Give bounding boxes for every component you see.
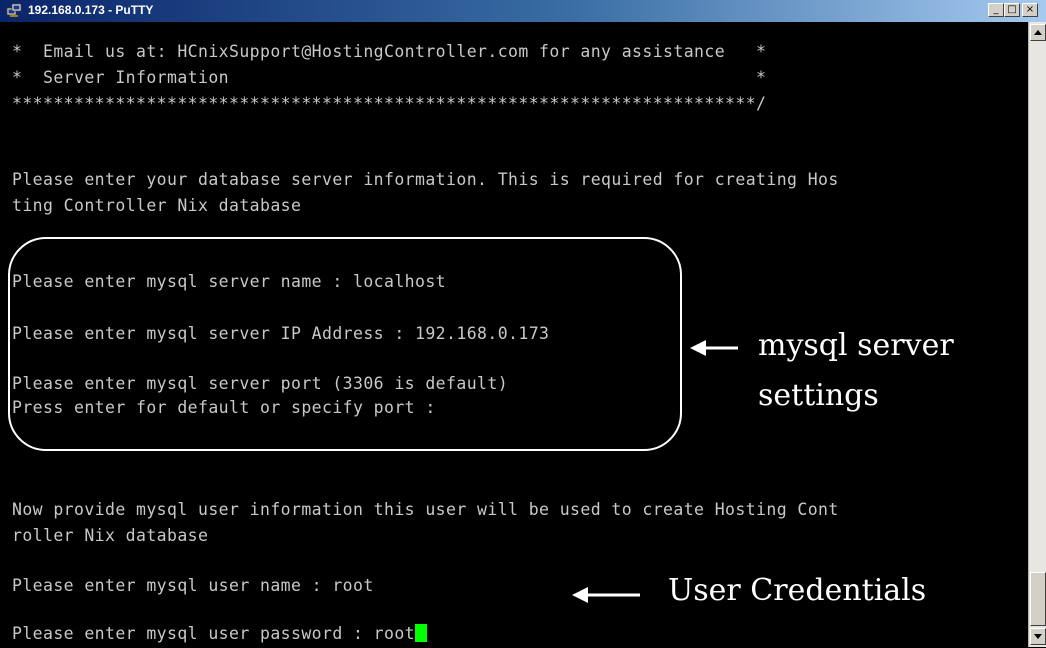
- left-arrow-icon: [572, 587, 640, 603]
- terminal-line: ****************************************…: [12, 94, 767, 113]
- minimize-button[interactable]: _: [988, 3, 1004, 17]
- terminal-line: * Server Information *: [12, 68, 767, 87]
- annotation-mysql-server: mysql server: [758, 328, 954, 363]
- putty-icon: [6, 3, 22, 17]
- terminal-line: Please enter your database server inform…: [12, 170, 839, 189]
- arrow-up-icon: [1034, 30, 1042, 35]
- terminal-line: roller Nix database: [12, 526, 209, 545]
- annotation-user-credentials: User Credentials: [668, 573, 927, 608]
- minimize-icon: _: [993, 4, 999, 15]
- terminal-line: Please enter mysql user name : root: [12, 576, 374, 595]
- password-line-text: Please enter mysql user password : root: [12, 624, 416, 643]
- window-title: 192.168.0.173 - PuTTY: [28, 3, 154, 17]
- annotation-settings: settings: [758, 378, 879, 413]
- scroll-up-button[interactable]: [1030, 24, 1046, 41]
- scroll-down-button[interactable]: [1030, 628, 1046, 645]
- arrow-down-icon: [1034, 634, 1042, 639]
- title-bar[interactable]: 192.168.0.173 - PuTTY _ □ ×: [0, 0, 1046, 22]
- vertical-scrollbar[interactable]: [1028, 22, 1046, 647]
- close-icon: ×: [1025, 4, 1035, 15]
- terminal-prompt-line: Please enter mysql user password : root: [12, 624, 428, 643]
- left-arrow-icon: [690, 340, 738, 356]
- terminal-line: Now provide mysql user information this …: [12, 500, 839, 519]
- scrollbar-thumb[interactable]: [1030, 572, 1046, 626]
- mysql-settings-highlight: [8, 237, 682, 451]
- terminal-line: * Email us at: HCnixSupport@HostingContr…: [12, 42, 767, 61]
- maximize-icon: □: [1007, 4, 1017, 15]
- terminal-cursor: [415, 624, 428, 642]
- maximize-button[interactable]: □: [1004, 3, 1020, 17]
- close-button[interactable]: ×: [1022, 3, 1038, 17]
- terminal-line: ting Controller Nix database: [12, 196, 302, 215]
